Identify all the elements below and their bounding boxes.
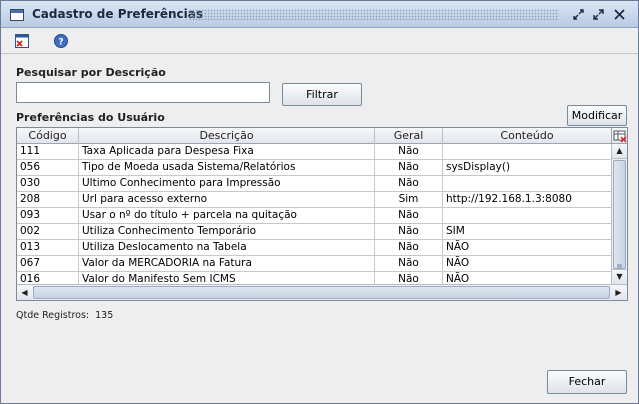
table-row[interactable]: 067 Valor da MERCADORIA na Fatura Não NÃ… — [17, 256, 612, 272]
record-count-value: 135 — [95, 310, 114, 321]
table-row[interactable]: 030 Ultimo Conhecimento para Impressão N… — [17, 176, 612, 192]
column-header-description[interactable]: Descrição — [79, 128, 375, 144]
close-icon[interactable] — [613, 8, 626, 21]
horizontal-scroll-thumb[interactable] — [33, 286, 610, 299]
cell-description: Valor da MERCADORIA na Fatura — [79, 256, 375, 271]
column-settings-icon[interactable] — [611, 128, 627, 144]
table-header: Código Descrição Geral Conteúdo — [17, 128, 612, 144]
toolbar: ? — [1, 29, 638, 54]
exit-icon[interactable] — [14, 33, 30, 49]
search-label: Pesquisar por Descrição — [16, 66, 166, 79]
cell-general: Não — [375, 144, 443, 159]
table-row[interactable]: 208 Url para acesso externo Sim http://1… — [17, 192, 612, 208]
table-row[interactable]: 093 Usar o nº do título + parcela na qui… — [17, 208, 612, 224]
cell-description: Tipo de Moeda usada Sistema/Relatórios — [79, 160, 375, 175]
cell-description: Usar o nº do título + parcela na quitaçã… — [79, 208, 375, 223]
vertical-scroll-thumb[interactable] — [613, 160, 626, 269]
cell-description: Utiliza Conhecimento Temporário — [79, 224, 375, 239]
cell-code: 056 — [17, 160, 79, 175]
scroll-down-icon[interactable]: ▼ — [612, 269, 627, 284]
cell-general: Não — [375, 224, 443, 239]
preferences-window: Cadastro de Preferências ? Pesquisar por… — [0, 0, 639, 404]
horizontal-scrollbar[interactable]: ◀ ▶ — [17, 284, 627, 300]
cell-general: Não — [375, 176, 443, 191]
cell-content: sysDisplay() — [443, 160, 612, 175]
cell-code: 093 — [17, 208, 79, 223]
cell-content — [443, 144, 612, 159]
cell-content: NÃO — [443, 240, 612, 255]
table-row[interactable]: 111 Taxa Aplicada para Despesa Fixa Não — [17, 144, 612, 160]
record-count: Qtde Registros: 135 — [16, 310, 119, 321]
cell-description: Ultimo Conhecimento para Impressão — [79, 176, 375, 191]
title-bar-grip — [189, 9, 559, 20]
preferences-label: Preferências do Usuário — [16, 111, 165, 124]
cell-code: 111 — [17, 144, 79, 159]
preferences-table: Código Descrição Geral Conteúdo 111 Taxa… — [16, 127, 628, 301]
cell-general: Não — [375, 208, 443, 223]
column-header-content[interactable]: Conteúdo — [443, 128, 612, 144]
title-bar[interactable]: Cadastro de Preferências — [1, 1, 638, 28]
cell-code: 030 — [17, 176, 79, 191]
cell-description: Utiliza Deslocamento na Tabela — [79, 240, 375, 255]
cell-description: Url para acesso externo — [79, 192, 375, 207]
cell-code: 208 — [17, 192, 79, 207]
record-count-label: Qtde Registros: — [16, 310, 90, 321]
scroll-up-icon[interactable]: ▲ — [612, 144, 627, 159]
vertical-scrollbar[interactable]: ▲ ▼ — [611, 144, 627, 285]
cell-content: http://192.168.1.3:8080 — [443, 192, 612, 207]
cell-code: 002 — [17, 224, 79, 239]
cell-code: 067 — [17, 256, 79, 271]
table-row[interactable]: 056 Tipo de Moeda usada Sistema/Relatóri… — [17, 160, 612, 176]
filter-button[interactable]: Filtrar — [282, 83, 362, 106]
window-icon — [10, 9, 24, 21]
help-icon[interactable]: ? — [53, 33, 69, 49]
cell-content: SIM — [443, 224, 612, 239]
column-header-code[interactable]: Código — [17, 128, 79, 144]
table-body: 111 Taxa Aplicada para Despesa Fixa Não … — [17, 144, 612, 288]
close-button[interactable]: Fechar — [547, 370, 627, 394]
scroll-left-icon[interactable]: ◀ — [17, 285, 32, 300]
modify-button[interactable]: Modificar — [567, 105, 627, 126]
cell-content: NÃO — [443, 256, 612, 271]
cell-content — [443, 208, 612, 223]
table-row[interactable]: 002 Utiliza Conhecimento Temporário Não … — [17, 224, 612, 240]
cell-code: 013 — [17, 240, 79, 255]
cell-general: Não — [375, 240, 443, 255]
cell-general: Não — [375, 256, 443, 271]
cell-general: Sim — [375, 192, 443, 207]
window-title: Cadastro de Preferências — [32, 7, 203, 21]
scroll-right-icon[interactable]: ▶ — [611, 285, 626, 300]
cell-description: Taxa Aplicada para Despesa Fixa — [79, 144, 375, 159]
search-input[interactable] — [16, 82, 270, 103]
column-header-general[interactable]: Geral — [375, 128, 443, 144]
cell-general: Não — [375, 160, 443, 175]
restore-icon[interactable] — [572, 8, 585, 21]
maximize-icon[interactable] — [592, 8, 605, 21]
table-row[interactable]: 013 Utiliza Deslocamento na Tabela Não N… — [17, 240, 612, 256]
svg-text:?: ? — [58, 38, 63, 48]
cell-content — [443, 176, 612, 191]
